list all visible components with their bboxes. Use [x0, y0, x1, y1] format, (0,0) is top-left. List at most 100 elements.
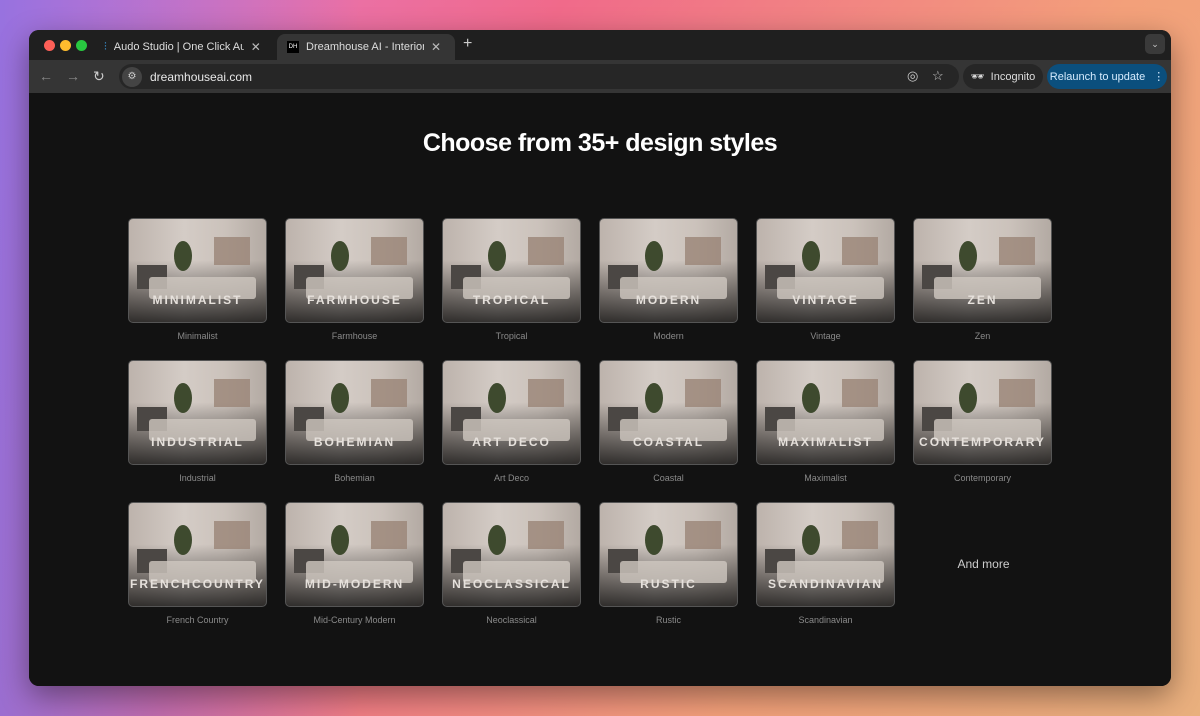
toolbar: ← → ↻ ⚙ dreamhouseai.com ◎ ☆ 🕶 Incognito…: [29, 60, 1171, 93]
audio-wave-icon: ⫶: [104, 40, 107, 53]
dreamhouse-logo-icon: DH: [287, 41, 299, 53]
style-caption: Neoclassical: [486, 615, 537, 625]
style-image[interactable]: MINIMALIST: [128, 218, 267, 323]
style-image[interactable]: TROPICAL: [442, 218, 581, 323]
wall-art: [999, 379, 1035, 407]
wall-art: [528, 521, 564, 549]
style-image[interactable]: RUSTIC: [599, 502, 738, 607]
style-image[interactable]: MID-MODERN: [285, 502, 424, 607]
tab-dreamhouse[interactable]: DH Dreamhouse AI - Interior Design ✕: [277, 34, 455, 60]
plant: [488, 241, 506, 271]
close-window-button[interactable]: [44, 40, 55, 51]
style-image[interactable]: INDUSTRIAL: [128, 360, 267, 465]
incognito-label: Incognito: [990, 70, 1036, 83]
wall-art: [685, 237, 721, 265]
style-image[interactable]: FRENCHCOUNTRY: [128, 502, 267, 607]
forward-icon[interactable]: →: [66, 68, 80, 84]
style-overlay-label: SCANDINAVIAN: [767, 577, 884, 591]
style-card-bohemian[interactable]: BOHEMIAN Bohemian: [285, 360, 424, 483]
style-image[interactable]: MODERN: [599, 218, 738, 323]
style-image[interactable]: ZEN: [913, 218, 1052, 323]
plant: [488, 383, 506, 413]
address-bar[interactable]: ⚙ dreamhouseai.com ◎ ☆: [119, 64, 959, 89]
style-caption: Mid-Century Modern: [313, 615, 396, 625]
plant: [174, 525, 192, 555]
style-overlay-label: VINTAGE: [792, 293, 859, 307]
style-image[interactable]: ART DECO: [442, 360, 581, 465]
style-card-coastal[interactable]: COASTAL Coastal: [599, 360, 738, 483]
wall-art: [685, 521, 721, 549]
style-overlay-label: BOHEMIAN: [313, 435, 396, 449]
style-caption: Minimalist: [177, 331, 218, 341]
new-tab-button[interactable]: +: [463, 35, 472, 53]
plant: [645, 383, 663, 413]
wall-art: [528, 379, 564, 407]
wall-art: [999, 237, 1035, 265]
wall-art: [214, 379, 250, 407]
maximize-window-button[interactable]: [76, 40, 87, 51]
style-overlay-label: FARMHOUSE: [307, 293, 402, 307]
style-card-maximalist[interactable]: MAXIMALIST Maximalist: [756, 360, 895, 483]
style-card-modern[interactable]: MODERN Modern: [599, 218, 738, 341]
style-image[interactable]: BOHEMIAN: [285, 360, 424, 465]
close-tab-icon[interactable]: ✕: [251, 40, 261, 54]
style-overlay-label: INDUSTRIAL: [151, 435, 244, 449]
style-caption: Tropical: [495, 331, 528, 341]
style-card-farmhouse[interactable]: FARMHOUSE Farmhouse: [285, 218, 424, 341]
minimize-window-button[interactable]: [60, 40, 71, 51]
style-caption: Zen: [974, 331, 991, 341]
wall-art: [842, 379, 878, 407]
plant: [802, 383, 820, 413]
style-card-scandinavian[interactable]: SCANDINAVIAN Scandinavian: [756, 502, 895, 625]
style-image[interactable]: SCANDINAVIAN: [756, 502, 895, 607]
style-overlay-label: COASTAL: [632, 435, 705, 449]
incognito-button[interactable]: 🕶 Incognito: [963, 64, 1043, 89]
url-text[interactable]: dreamhouseai.com: [150, 70, 252, 84]
style-image[interactable]: NEOCLASSICAL: [442, 502, 581, 607]
style-card-industrial[interactable]: INDUSTRIAL Industrial: [128, 360, 267, 483]
style-image[interactable]: FARMHOUSE: [285, 218, 424, 323]
plant: [802, 241, 820, 271]
style-card-vintage[interactable]: VINTAGE Vintage: [756, 218, 895, 341]
plant: [802, 525, 820, 555]
style-card-french-country[interactable]: FRENCHCOUNTRY French Country: [128, 502, 267, 625]
style-caption: Vintage: [810, 331, 841, 341]
eye-slash-icon[interactable]: ◎: [907, 68, 918, 84]
plant: [331, 383, 349, 413]
tab-audo-studio[interactable]: ⫶ Audo Studio | One Click Audio ✕: [94, 34, 271, 60]
style-caption: Contemporary: [953, 473, 1012, 483]
style-image[interactable]: VINTAGE: [756, 218, 895, 323]
plant: [645, 525, 663, 555]
style-caption: Art Deco: [493, 473, 529, 483]
style-overlay-label: CONTEMPORARY: [919, 435, 1046, 449]
relaunch-button[interactable]: Relaunch to update ⋮: [1047, 64, 1167, 89]
plant: [174, 383, 192, 413]
style-card-art-deco[interactable]: ART DECO Art Deco: [442, 360, 581, 483]
site-settings-icon[interactable]: ⚙: [122, 66, 142, 87]
wall-art: [842, 521, 878, 549]
style-overlay-label: MODERN: [635, 293, 702, 307]
wall-art: [685, 379, 721, 407]
style-card-minimalist[interactable]: MINIMALIST Minimalist: [128, 218, 267, 341]
plant: [959, 383, 977, 413]
browser-window: ⫶ Audo Studio | One Click Audio ✕ DH Dre…: [29, 30, 1171, 686]
style-overlay-label: RUSTIC: [640, 577, 697, 591]
bookmark-star-icon[interactable]: ☆: [932, 68, 944, 84]
more-menu-icon[interactable]: ⋮: [1153, 70, 1164, 83]
style-image[interactable]: CONTEMPORARY: [913, 360, 1052, 465]
wall-art: [214, 521, 250, 549]
tab-search-button[interactable]: ⌄: [1145, 34, 1165, 54]
close-tab-icon[interactable]: ✕: [431, 40, 441, 54]
style-card-zen[interactable]: ZEN Zen: [913, 218, 1052, 341]
style-card-rustic[interactable]: RUSTIC Rustic: [599, 502, 738, 625]
back-icon[interactable]: ←: [39, 68, 53, 84]
style-image[interactable]: MAXIMALIST: [756, 360, 895, 465]
style-image[interactable]: COASTAL: [599, 360, 738, 465]
reload-icon[interactable]: ↻: [93, 68, 105, 85]
style-card-tropical[interactable]: TROPICAL Tropical: [442, 218, 581, 341]
style-caption: Scandinavian: [798, 615, 853, 625]
style-card-neoclassical[interactable]: NEOCLASSICAL Neoclassical: [442, 502, 581, 625]
style-overlay-label: MID-MODERN: [304, 577, 405, 591]
style-card-contemporary[interactable]: CONTEMPORARY Contemporary: [913, 360, 1052, 483]
style-card-mid-century-modern[interactable]: MID-MODERN Mid-Century Modern: [285, 502, 424, 625]
